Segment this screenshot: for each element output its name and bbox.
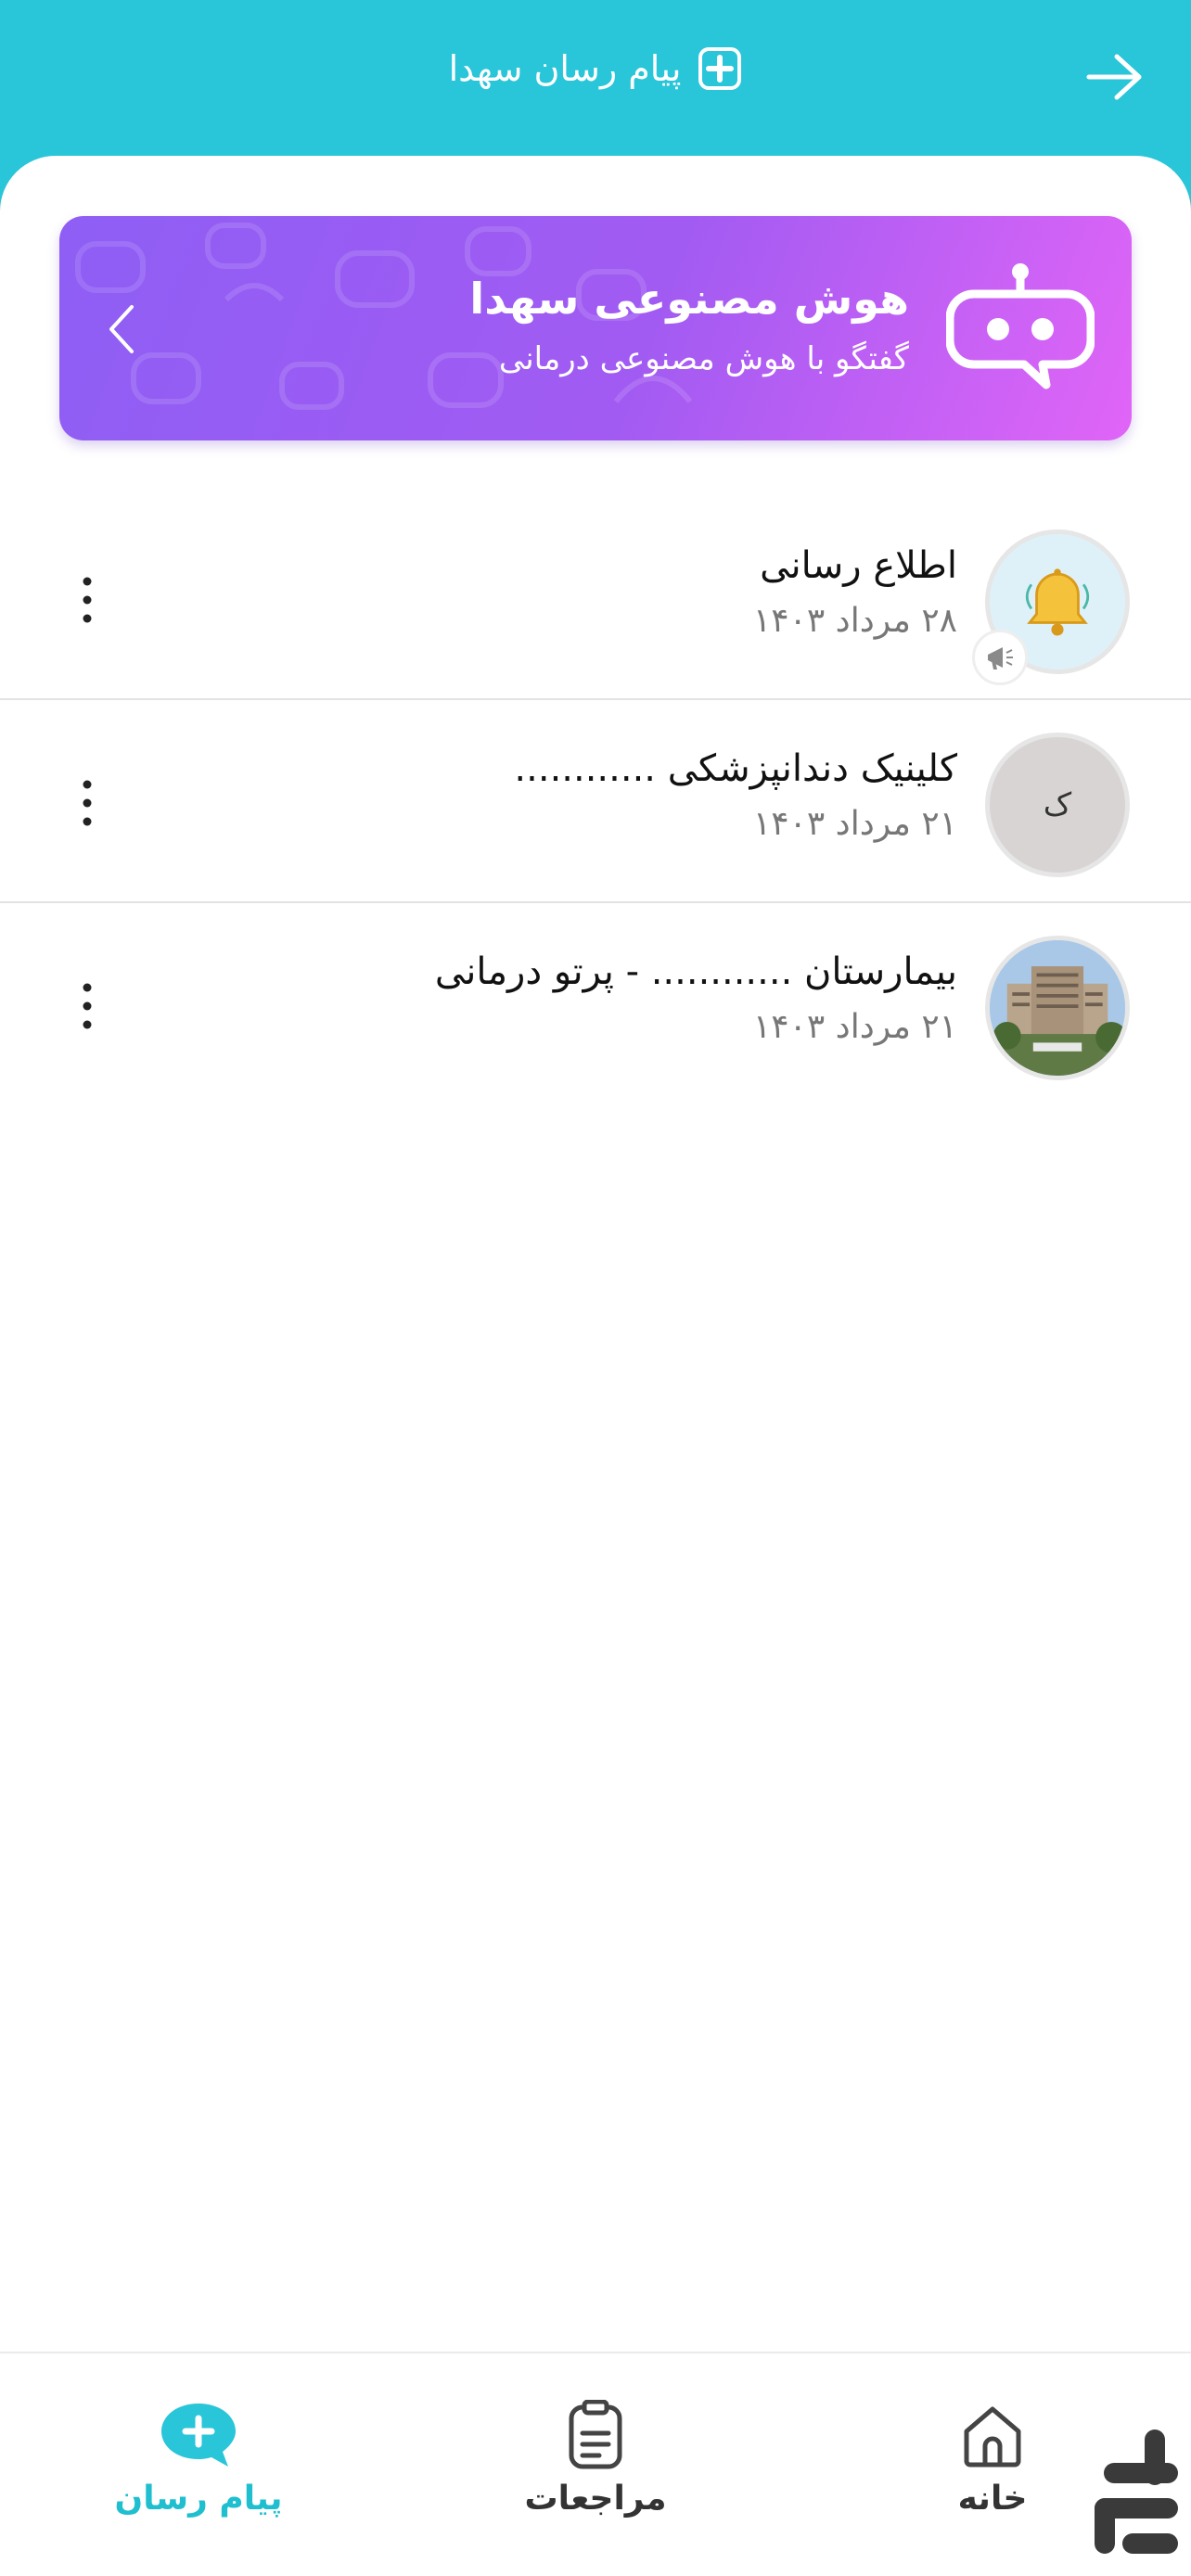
page-title: پیام رسان سهدا	[448, 48, 682, 89]
nav-item-messenger[interactable]: پیام رسان	[87, 2400, 310, 2548]
divider	[0, 901, 1191, 903]
robot-pattern-icon	[75, 223, 693, 410]
bottom-navigation: خانه مراجعات پیام رسان	[0, 2352, 1191, 2576]
nav-label: پیام رسان	[114, 2480, 283, 2518]
more-vertical-icon[interactable]	[76, 980, 98, 1032]
badge	[972, 630, 1028, 685]
nav-label: مراجعات	[524, 2480, 667, 2518]
robot-chat-icon	[946, 263, 1095, 389]
chat-date: ۲۸ مرداد ۱۴۰۳	[752, 602, 957, 640]
clipboard-icon	[569, 2400, 622, 2469]
hospital-photo-icon	[990, 940, 1125, 1076]
nav-label: خانه	[957, 2480, 1028, 2518]
avatar	[985, 936, 1130, 1080]
avatar: ک	[985, 733, 1130, 877]
chat-name: کلینیک دندانپزشکی ............	[514, 747, 957, 790]
ai-assistant-banner[interactable]: هوش مصنوعی سهدا گفتگو با هوش مصنوعی درما…	[59, 216, 1132, 440]
app-header: پیام رسان سهدا	[0, 0, 1191, 167]
more-vertical-icon[interactable]	[76, 777, 98, 829]
divider	[0, 698, 1191, 700]
chat-list-item[interactable]: اطلاع رسانی ۲۸ مرداد ۱۴۰۳	[0, 498, 1191, 700]
megaphone-icon	[988, 647, 1013, 670]
more-vertical-icon[interactable]	[76, 574, 98, 626]
chat-date: ۲۱ مرداد ۱۴۰۳	[752, 1008, 957, 1046]
chevron-left-icon[interactable]	[104, 301, 137, 357]
chat-list-item[interactable]: ک کلینیک دندانپزشکی ............ ۲۱ مردا…	[0, 701, 1191, 903]
chat-name: بیمارستان ............ - پرتو درمانی	[434, 950, 957, 993]
chat-plus-icon	[161, 2404, 236, 2467]
banner-title: هوش مصنوعی سهدا	[469, 274, 909, 324]
nav-item-home[interactable]: خانه	[881, 2400, 1104, 2548]
home-icon	[964, 2406, 1021, 2468]
avatar-letter: ک	[1043, 786, 1072, 823]
chat-date: ۲۱ مرداد ۱۴۰۳	[752, 805, 957, 843]
nav-item-visits[interactable]: مراجعات	[484, 2400, 707, 2548]
banner-subtitle: گفتگو با هوش مصنوعی درمانی	[498, 340, 909, 377]
store-logo-icon	[1095, 2429, 1178, 2554]
plus-square-icon	[698, 47, 742, 90]
header-title-group: پیام رسان سهدا	[0, 46, 1191, 91]
chat-name: اطلاع رسانی	[760, 544, 957, 587]
chat-list-item[interactable]: بیمارستان ............ - پرتو درمانی ۲۱ …	[0, 904, 1191, 1106]
arrow-right-icon[interactable]	[1085, 51, 1145, 103]
